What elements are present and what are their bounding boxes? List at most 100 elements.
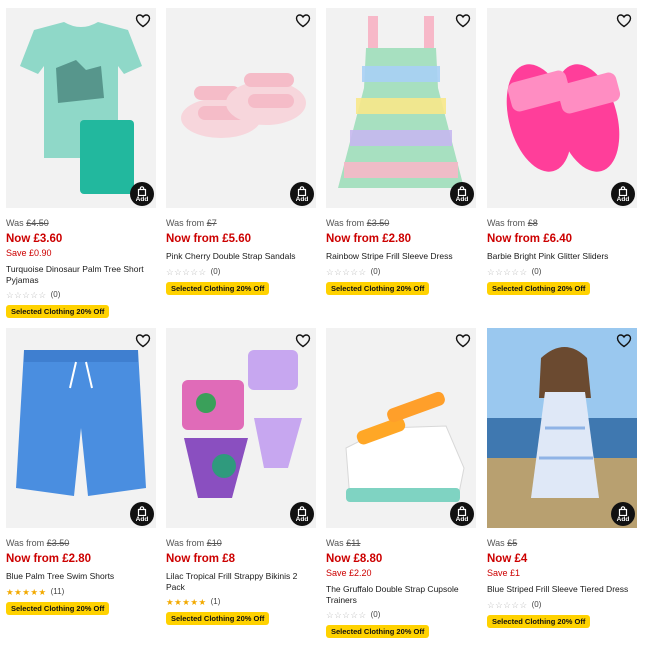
product-card[interactable]: Add Was £11 Now £8.80 Save £2.20 The Gru…	[326, 328, 476, 639]
add-label: Add	[455, 196, 469, 203]
wishlist-heart-icon[interactable]	[616, 333, 632, 349]
promo-badge[interactable]: Selected Clothing 20% Off	[166, 612, 270, 625]
product-card[interactable]: Add Was from £7 Now from £5.60 Pink Cher…	[166, 8, 316, 296]
rating: ☆☆☆☆☆ (0)	[487, 267, 637, 277]
product-card[interactable]: Add Was from £3.50 Now from £2.80 Rainbo…	[326, 8, 476, 296]
rating: ☆☆☆☆☆ (0)	[6, 290, 156, 300]
rating-count: (0)	[50, 290, 61, 299]
star-rating-icon: ☆☆☆☆☆	[166, 266, 207, 277]
product-image[interactable]: Add	[487, 328, 637, 528]
rating: ★★★★★ (1)	[166, 597, 316, 607]
promo-badge[interactable]: Selected Clothing 20% Off	[6, 601, 110, 615]
promo-badge[interactable]: Selected Clothing 20% Off	[166, 281, 270, 295]
rating: ☆☆☆☆☆ (0)	[166, 267, 316, 277]
product-photo	[487, 8, 637, 208]
product-image[interactable]: Add	[166, 8, 316, 208]
was-price: Was from £3.50	[326, 218, 390, 228]
promo-badge[interactable]: Selected Clothing 20% Off	[326, 625, 430, 638]
product-photo	[6, 328, 156, 528]
rating: ☆☆☆☆☆ (0)	[326, 610, 476, 620]
add-label: Add	[616, 196, 630, 203]
promo-badge[interactable]: Selected Clothing 20% Off	[6, 305, 110, 318]
add-to-bag-button[interactable]: Add	[290, 502, 314, 526]
star-rating-icon: ☆☆☆☆☆	[326, 610, 367, 620]
star-rating-icon: ★★★★★	[6, 586, 47, 597]
promo-badge[interactable]: Selected Clothing 20% Off	[487, 281, 591, 295]
add-to-bag-button[interactable]: Add	[611, 182, 635, 206]
bag-icon	[457, 186, 467, 196]
add-to-bag-button[interactable]: Add	[611, 502, 635, 526]
now-price: Now from £2.80	[6, 553, 92, 565]
product-card[interactable]: Add Was £5 Now £4 Save £1 Blue Striped F…	[487, 328, 637, 629]
product-title[interactable]: Turquoise Dinosaur Palm Tree Short Pyjam…	[6, 264, 156, 285]
product-image[interactable]: Add	[487, 8, 637, 208]
product-image[interactable]: Add	[6, 8, 156, 208]
wishlist-heart-icon[interactable]	[295, 333, 311, 349]
add-to-bag-button[interactable]: Add	[450, 182, 474, 206]
promo-badge[interactable]: Selected Clothing 20% Off	[487, 614, 591, 628]
was-price: Was from £8	[487, 218, 538, 228]
save-amount: Save £2.20	[326, 568, 372, 578]
product-card[interactable]: Add Was £4.50 Now £3.60 Save £0.90 Turqu…	[6, 8, 156, 319]
product-title[interactable]: Blue Striped Frill Sleeve Tiered Dress	[487, 584, 637, 595]
rating: ☆☆☆☆☆ (0)	[326, 267, 476, 277]
star-rating-icon: ★★★★★	[166, 597, 207, 607]
now-price: Now £4	[487, 553, 528, 565]
bag-icon	[457, 506, 467, 516]
product-photo	[166, 8, 316, 208]
add-to-bag-button[interactable]: Add	[130, 182, 154, 206]
add-to-bag-button[interactable]: Add	[450, 502, 474, 526]
product-image[interactable]: Add	[326, 8, 476, 208]
rating-count: (0)	[531, 599, 542, 609]
was-price: Was from £3.50	[6, 538, 70, 548]
product-photo	[326, 8, 476, 208]
rating-count: (1)	[210, 597, 221, 606]
bag-icon	[137, 186, 147, 196]
add-label: Add	[455, 516, 469, 523]
now-price: Now £8.80	[326, 553, 383, 565]
product-card[interactable]: Add Was from £3.50 Now from £2.80 Blue P…	[6, 328, 156, 616]
bag-icon	[297, 506, 307, 516]
product-title[interactable]: Lilac Tropical Frill Strappy Bikinis 2 P…	[166, 571, 316, 592]
promo-badge[interactable]: Selected Clothing 20% Off	[326, 281, 430, 295]
was-price: Was £11	[326, 538, 361, 548]
add-to-bag-button[interactable]: Add	[130, 502, 154, 526]
product-title[interactable]: Blue Palm Tree Swim Shorts	[6, 571, 156, 582]
now-price: Now from £5.60	[166, 233, 252, 245]
add-to-bag-button[interactable]: Add	[290, 182, 314, 206]
product-card[interactable]: Add Was from £8 Now from £6.40 Barbie Br…	[487, 8, 637, 296]
rating-count: (11)	[50, 586, 65, 596]
now-price: Now from £6.40	[487, 233, 573, 245]
save-amount: Save £1	[487, 568, 521, 578]
rating-count: (0)	[370, 266, 381, 276]
wishlist-heart-icon[interactable]	[135, 333, 151, 349]
add-label: Add	[135, 516, 149, 523]
rating: ★★★★★ (11)	[6, 587, 156, 597]
rating: ☆☆☆☆☆ (0)	[487, 600, 637, 610]
now-price: Now from £8	[166, 553, 236, 565]
wishlist-heart-icon[interactable]	[295, 13, 311, 29]
product-title[interactable]: Pink Cherry Double Strap Sandals	[166, 251, 316, 262]
wishlist-heart-icon[interactable]	[455, 333, 471, 349]
was-price: Was £4.50	[6, 218, 49, 228]
now-price: Now from £2.80	[326, 233, 412, 245]
wishlist-heart-icon[interactable]	[616, 13, 632, 29]
product-image[interactable]: Add	[6, 328, 156, 528]
product-image[interactable]: Add	[166, 328, 316, 528]
product-photo	[6, 8, 156, 208]
product-card[interactable]: Add Was from £10 Now from £8 Lilac Tropi…	[166, 328, 316, 626]
product-title[interactable]: Barbie Bright Pink Glitter Sliders	[487, 251, 637, 262]
bag-icon	[618, 186, 628, 196]
add-label: Add	[295, 516, 309, 523]
rating-count: (0)	[210, 266, 221, 276]
was-price: Was from £7	[166, 218, 217, 228]
was-price: Was from £10	[166, 538, 222, 548]
star-rating-icon: ☆☆☆☆☆	[487, 266, 528, 277]
rating-count: (0)	[531, 266, 542, 276]
product-title[interactable]: Rainbow Stripe Frill Sleeve Dress	[326, 251, 476, 262]
star-rating-icon: ☆☆☆☆☆	[487, 599, 528, 610]
wishlist-heart-icon[interactable]	[135, 13, 151, 29]
product-image[interactable]: Add	[326, 328, 476, 528]
wishlist-heart-icon[interactable]	[455, 13, 471, 29]
product-title[interactable]: The Gruffalo Double Strap Cupsole Traine…	[326, 584, 476, 605]
